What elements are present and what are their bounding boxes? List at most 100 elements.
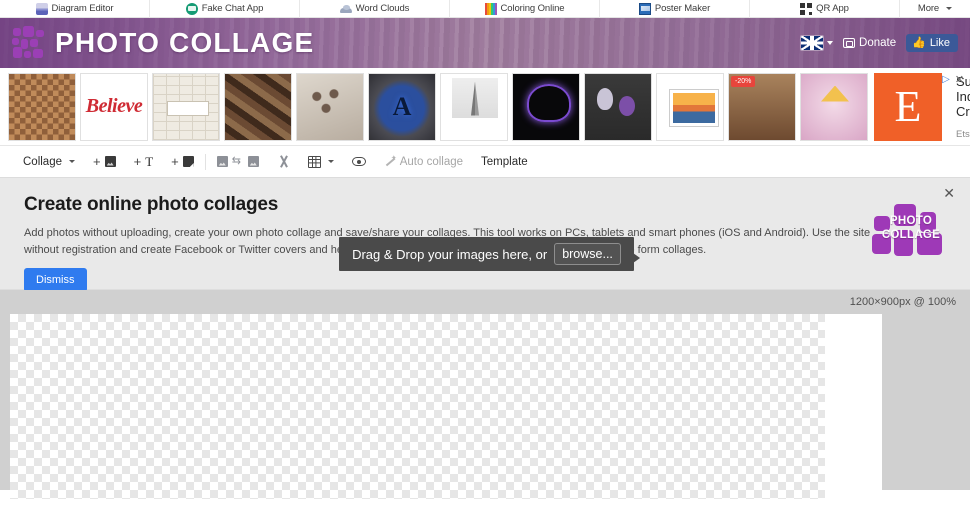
image-icon [216,156,228,167]
ad-thumbnail[interactable] [512,72,580,141]
canvas-page[interactable] [10,314,882,499]
eye-icon [351,157,366,166]
auto-collage-label: Auto collage [399,155,464,168]
dismiss-button[interactable]: Dismiss [24,268,87,292]
like-label: Like [929,37,950,49]
nav-label: More [917,3,940,14]
chevron-down-icon [69,160,75,163]
info-panel: Create online photo collages Add photos … [0,178,970,292]
facebook-like-button[interactable]: 👍 Like [906,34,958,52]
nav-label: Fake Chat App [201,3,264,14]
canvas-stage: 1200×900px @ 100% [0,290,970,499]
nav-item-word-clouds[interactable]: Word Clouds [300,0,450,18]
nav-item-more[interactable]: More [900,0,970,18]
template-button[interactable]: Template [472,146,537,178]
photo-collage-squares-logo[interactable] [12,26,46,60]
nav-item-poster-maker[interactable]: Poster Maker [600,0,750,18]
nav-label: Poster Maker [654,3,711,14]
watermark-line-1: PHOTO [889,215,933,227]
browse-button[interactable]: browse... [554,243,621,265]
swap-images-icon: ⇆ [231,155,241,167]
nav-item-diagram-editor[interactable]: Diagram Editor [0,0,150,18]
ad-brand-logo[interactable]: E [874,72,942,141]
advertisement-banner[interactable]: Believe A E Support Independent Creators… [0,68,970,146]
grid-layout-button[interactable] [299,146,343,178]
ad-close-icon[interactable]: ✕ [955,73,964,86]
image-icon [247,156,259,167]
ad-thumbnail[interactable] [800,72,868,141]
nav-item-fake-chat-app[interactable]: Fake Chat App [150,0,300,18]
preview-button[interactable] [343,146,375,178]
add-image-button[interactable]: + [84,146,125,178]
canvas-size-label: 1200×900px @ 100% [849,296,956,308]
chevron-down-icon [327,160,334,163]
info-panel-close-icon[interactable]: ✕ [943,186,955,200]
ad-choices-icon[interactable]: ▷ [942,74,950,85]
chat-bubble-icon [185,2,198,15]
drag-drop-message: Drag & Drop your images here, or [352,246,548,262]
canvas-info-bar: 1200×900px @ 100% [0,290,970,314]
collage-menu-label: Collage [23,155,62,168]
image-icon [104,156,116,167]
ad-thumbnail[interactable] [152,72,220,141]
editor-toolbar: Collage + + T + ⇆ ✦ Auto collage Templat… [0,146,970,178]
donate-card-icon [843,38,856,48]
watermark-line-2: COLLAGE [881,229,941,242]
cut-button[interactable] [268,146,299,178]
drag-drop-tooltip: Drag & Drop your images here, or browse.… [339,237,640,271]
nav-label: Coloring Online [500,3,565,14]
thumbs-up-icon: 👍 [912,36,926,49]
ad-thumbnail[interactable] [440,72,508,141]
template-label: Template [481,155,528,168]
ad-brand-letter: E [894,81,922,131]
grid-icon [307,155,321,168]
nav-item-qr-app[interactable]: QR App [750,0,900,18]
language-selector[interactable] [801,36,834,50]
cut-icon [277,155,290,168]
site-header: PHOTO COLLAGE Donate 👍 Like [0,18,970,68]
ad-thumbnail[interactable]: Believe [80,72,148,141]
chevron-down-icon [946,7,953,10]
plus-label: + [171,154,179,169]
uk-flag-icon [801,36,824,50]
ad-thumbnail[interactable]: A [368,72,436,141]
qr-code-icon [800,2,813,15]
ad-thumbnail-list: Believe A [8,72,868,141]
add-text-button[interactable]: + T [125,146,163,178]
swap-images-button[interactable]: ⇆ [208,146,268,178]
shape-icon [182,156,194,167]
diagram-icon [35,2,48,15]
ad-thumbnail[interactable] [656,72,724,141]
add-shape-button[interactable]: + [162,146,203,178]
ad-thumbnail-text: Believe [85,95,143,117]
magic-wand-icon [384,154,397,168]
ad-thumbnail[interactable] [584,72,652,141]
photo-collage-app: Diagram Editor Fake Chat App Word Clouds… [0,0,970,509]
canvas-transparent-area[interactable] [10,314,825,499]
ad-thumbnail[interactable] [296,72,364,141]
ad-thumbnail[interactable] [8,72,76,141]
page-title: PHOTO COLLAGE [55,27,315,58]
color-pencils-icon [484,2,497,15]
info-panel-title: Create online photo collages [24,194,279,215]
collage-menu-button[interactable]: Collage [14,146,84,178]
auto-collage-button[interactable]: Auto collage [375,146,472,178]
donate-link[interactable]: Donate [843,37,896,49]
ad-advertiser: Etsy [956,128,970,140]
photo-collage-watermark: PHOTO COLLAGE [872,202,950,258]
nav-label: Word Clouds [355,3,410,14]
toolbar-divider [204,153,206,170]
nav-item-coloring-online[interactable]: Coloring Online [450,0,600,18]
donate-label: Donate [859,37,897,49]
ad-thumbnail-text: A [392,91,412,121]
chevron-down-icon [827,41,834,45]
tooltip-arrow [633,253,640,263]
top-navigation-bar: Diagram Editor Fake Chat App Word Clouds… [0,0,970,18]
plus-label: + [93,154,101,169]
plus-label: + [133,154,142,169]
nav-label: Diagram Editor [51,3,114,14]
nav-label: QR App [816,3,849,14]
ad-thumbnail[interactable] [224,72,292,141]
ad-thumbnail[interactable] [728,72,796,141]
text-icon: T [145,154,154,169]
